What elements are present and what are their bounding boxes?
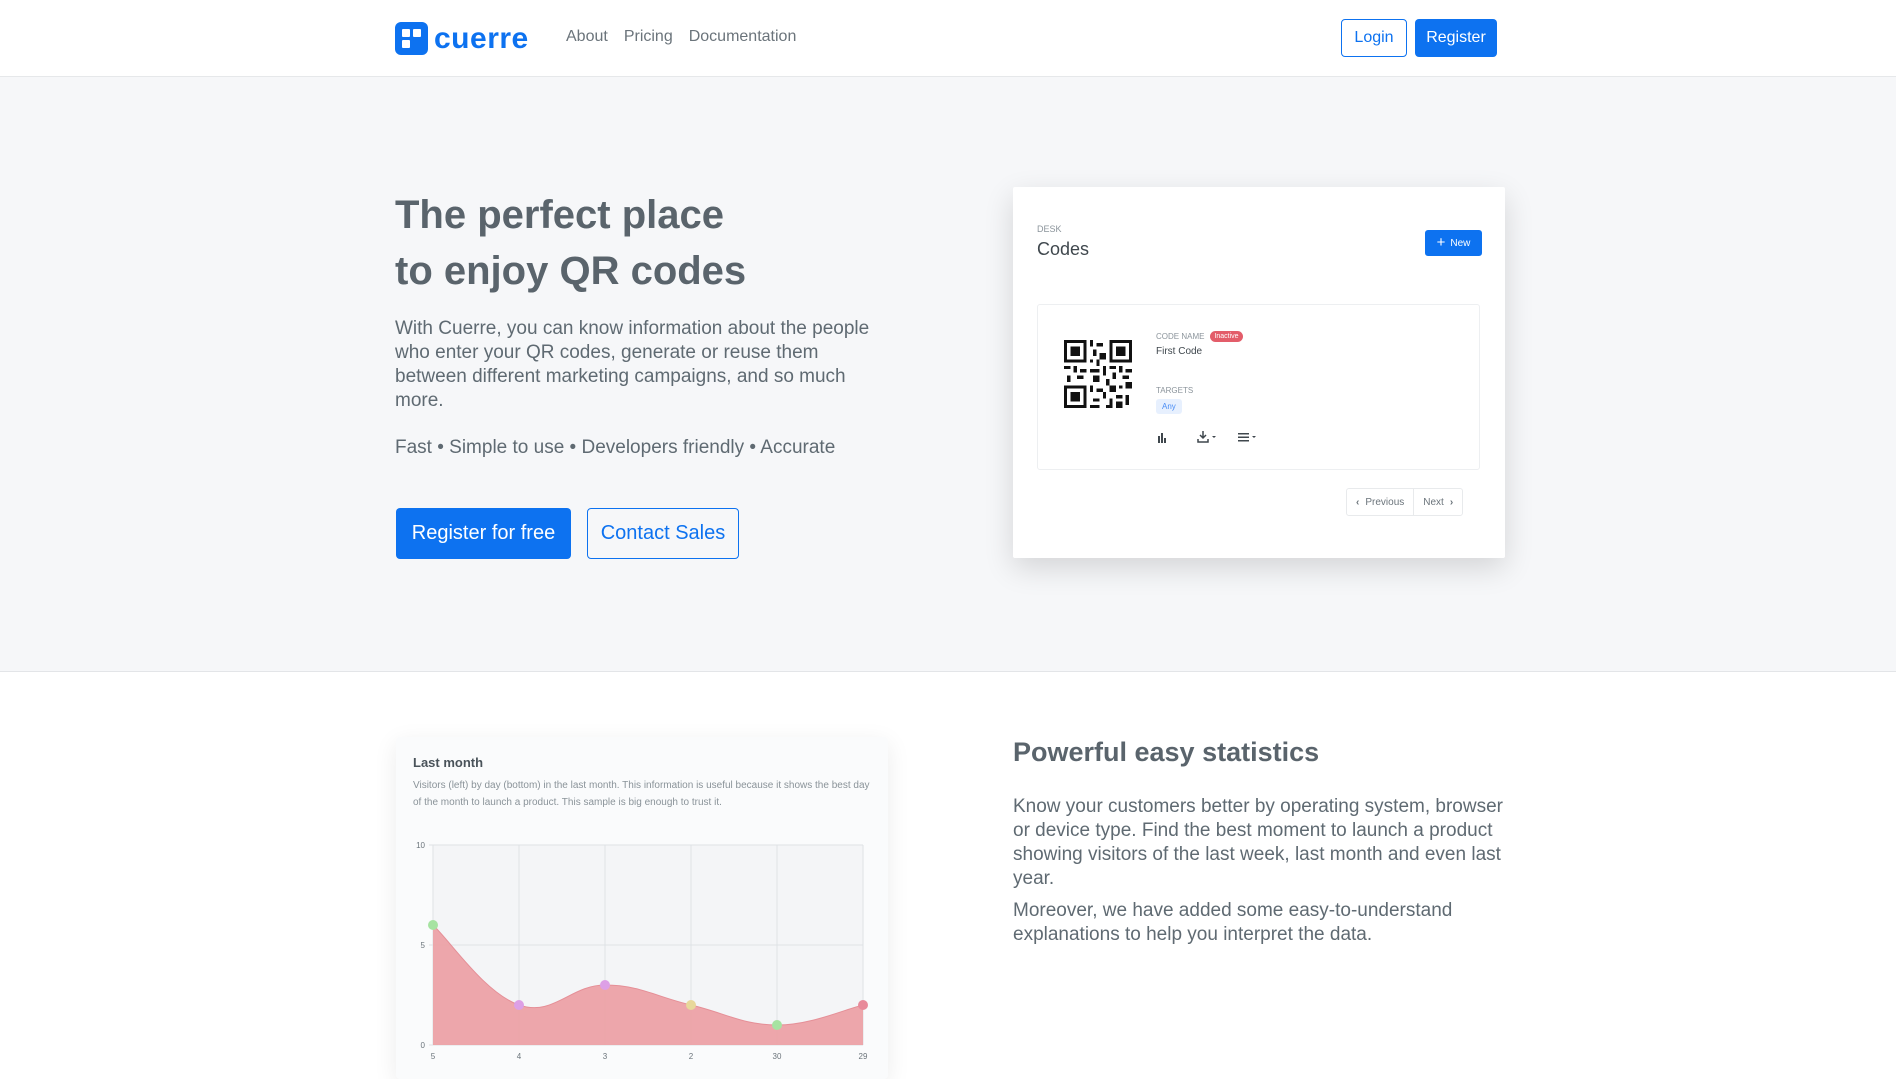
next-page: Next › — [1413, 489, 1462, 515]
x-tick-label: 30 — [773, 1052, 782, 1061]
x-tick-label: 3 — [603, 1052, 608, 1061]
code-name-value: First Code — [1156, 346, 1203, 357]
chevron-left-icon: ‹ — [1356, 496, 1360, 508]
download-icon — [1197, 431, 1216, 443]
data-point — [772, 1020, 782, 1030]
navbar: cuerre About Pricing Documentation Login… — [0, 0, 1896, 77]
x-tick-label: 4 — [517, 1052, 522, 1061]
pagination: ‹ Previous Next › — [1346, 488, 1464, 516]
cuerre-logo-icon — [395, 22, 428, 55]
register-button[interactable]: Register — [1415, 19, 1497, 57]
status-badge: Inactive — [1210, 331, 1243, 342]
data-point — [686, 1000, 696, 1010]
chevron-right-icon: › — [1449, 496, 1454, 508]
hero-title: The perfect place to enjoy QR codes — [395, 187, 746, 299]
y-tick-label: 0 — [421, 1041, 426, 1050]
code-name-label: CODE NAME Inactive — [1156, 331, 1243, 342]
x-tick-label: 5 — [431, 1052, 436, 1061]
nav-link-about[interactable]: About — [566, 28, 608, 46]
preview-eyebrow: DESK — [1037, 224, 1062, 234]
previous-label: Previous — [1365, 496, 1405, 508]
app-preview-card: DESK Codes + New CODE NAME Inactive Firs… — [1013, 187, 1505, 558]
chart-description: Visitors (left) by day (bottom) in the l… — [413, 780, 870, 808]
target-badge: Any — [1156, 399, 1182, 414]
y-tick-label: 10 — [416, 841, 425, 850]
stats-paragraph-2: Moreover, we have added some easy-to-und… — [1013, 900, 1453, 945]
preview-new-label: New — [1450, 237, 1471, 249]
hero-features: Fast • Simple to use • Developers friend… — [395, 437, 836, 458]
hero-title-line2: to enjoy QR codes — [395, 249, 747, 293]
plus-icon: + — [1436, 234, 1446, 251]
login-button[interactable]: Login — [1341, 19, 1407, 57]
stats-title: Powerful easy statistics — [1013, 737, 1320, 767]
y-tick-label: 5 — [421, 941, 426, 950]
visitors-area-chart: 05105 4 3 2 30 29 — [416, 841, 868, 1061]
stats-paragraph-1: Know your customers better by operating … — [1013, 796, 1503, 889]
contact-sales-button[interactable]: Contact Sales — [587, 508, 739, 559]
code-name-caption: CODE NAME — [1156, 332, 1205, 341]
nav-links: About Pricing Documentation — [566, 28, 796, 46]
data-point — [428, 920, 438, 930]
previous-page: ‹ Previous — [1347, 489, 1413, 515]
statistics-chart-card: Last month Visitors (left) by day (botto… — [396, 737, 888, 1079]
data-point — [600, 980, 610, 990]
hero-title-line1: The perfect place — [395, 193, 725, 237]
brand-name: cuerre — [434, 22, 529, 55]
hero-section: The perfect place to enjoy QR codes With… — [0, 77, 1896, 672]
bar-chart-icon — [1158, 433, 1166, 443]
preview-new-button: + New — [1425, 230, 1482, 256]
x-tick-label: 29 — [859, 1052, 868, 1061]
preview-title: Codes — [1037, 239, 1090, 259]
hero-description: With Cuerre, you can know information ab… — [395, 318, 870, 411]
qr-code-icon — [1064, 340, 1132, 408]
menu-icon — [1238, 433, 1256, 442]
next-label: Next — [1423, 496, 1444, 508]
targets-label: TARGETS — [1156, 386, 1194, 395]
preview-code-card: CODE NAME Inactive First Code TARGETS An… — [1037, 304, 1480, 470]
nav-link-pricing[interactable]: Pricing — [624, 28, 673, 46]
chart-title: Last month — [413, 755, 484, 770]
data-point — [858, 1000, 868, 1010]
register-free-button[interactable]: Register for free — [396, 508, 571, 559]
brand[interactable]: cuerre — [395, 22, 529, 55]
data-point — [514, 1000, 524, 1010]
code-toolbar — [1156, 430, 1262, 444]
nav-link-documentation[interactable]: Documentation — [689, 28, 797, 46]
x-tick-label: 2 — [689, 1052, 694, 1061]
